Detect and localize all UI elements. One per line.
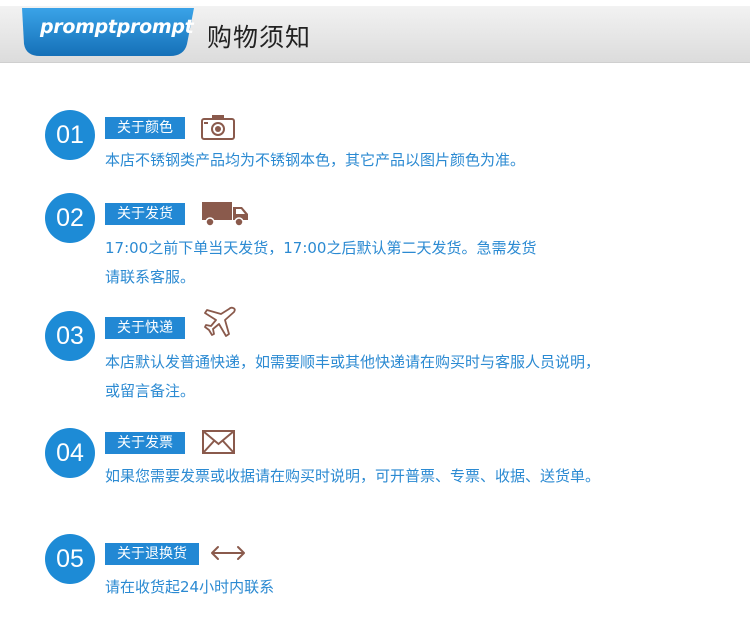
section-tag: 关于发票 [105,432,185,454]
desc-line: 17:00之前下单当天发货，17:00之后默认第二天发货。急需发货 [105,239,537,257]
double-arrow-icon [211,546,245,560]
truck-icon [202,202,248,227]
desc-line: 如果您需要发票或收据请在购买时说明，可开普票、专票、收据、送货单。 [105,467,601,485]
section-number: 04 [45,428,95,478]
desc-line: 或留言备注。 [105,382,196,400]
brand-badge-text: promptprompt [40,16,194,38]
section-number: 02 [45,193,95,243]
section-desc: 17:00之前下单当天发货，17:00之后默认第二天发货。急需发货 请联系客服。 [105,234,536,292]
section-tag: 关于退换货 [105,543,199,565]
camera-icon [201,115,235,140]
section-tag: 关于发货 [105,203,185,225]
section-number: 01 [45,110,95,160]
section-number: 05 [45,534,95,584]
section-tag: 关于快递 [105,317,185,339]
desc-line: 本店默认发普通快递，如需要顺丰或其他快递请在购买时与客服人员说明， [105,353,601,371]
desc-line: 请在收货起24小时内联系 [105,578,275,596]
header-bar: promptprompt 购物须知 [0,6,750,63]
airplane-icon [204,306,236,337]
section-desc: 如果您需要发票或收据请在购买时说明，可开普票、专票、收据、送货单。 [105,462,600,491]
page-title: 购物须知 [207,23,312,52]
section-tag: 关于颜色 [105,117,185,139]
brand-badge: promptprompt [22,8,194,56]
section-desc: 请在收货起24小时内联系 [105,573,274,602]
section-number: 03 [45,311,95,361]
section-desc: 本店不锈钢类产品均为不锈钢本色，其它产品以图片颜色为准。 [105,146,525,175]
envelope-icon [202,430,235,454]
section-desc: 本店默认发普通快递，如需要顺丰或其他快递请在购买时与客服人员说明， 或留言备注。 [105,348,600,406]
desc-line: 本店不锈钢类产品均为不锈钢本色，其它产品以图片颜色为准。 [105,151,526,169]
desc-line: 请联系客服。 [105,268,196,286]
